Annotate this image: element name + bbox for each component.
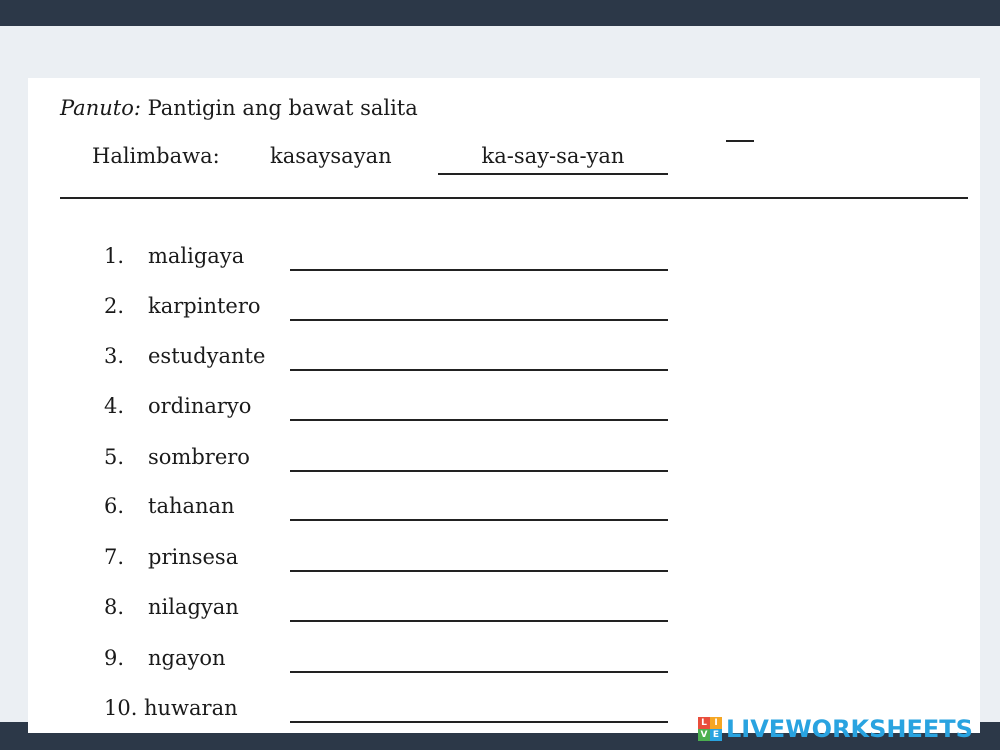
item-number: 5. bbox=[104, 445, 125, 469]
item-number: 10. bbox=[104, 696, 138, 720]
list-item: 6. tahanan bbox=[28, 494, 980, 544]
instruction: Panuto: Pantigin ang bawat salita bbox=[60, 96, 418, 120]
item-number: 4. bbox=[104, 394, 125, 418]
list-item: 5. sombrero bbox=[28, 445, 980, 495]
logo-letter-e: E bbox=[710, 729, 722, 741]
answer-field[interactable] bbox=[290, 519, 668, 521]
worksheet-page: Panuto: Pantigin ang bawat salita Halimb… bbox=[28, 78, 980, 733]
item-number: 8. bbox=[104, 595, 125, 619]
answer-field[interactable] bbox=[290, 369, 668, 371]
item-word: karpintero bbox=[148, 294, 261, 318]
list-item: 4. ordinaryo bbox=[28, 394, 980, 444]
answer-field[interactable] bbox=[290, 721, 668, 723]
logo-letter-i: I bbox=[710, 717, 722, 729]
answer-field[interactable] bbox=[290, 419, 668, 421]
list-item: 2. karpintero bbox=[28, 294, 980, 344]
item-word: estudyante bbox=[148, 344, 266, 368]
logo-letter-v: V bbox=[698, 729, 710, 741]
liveworksheets-logo[interactable]: L I V E LIVEWORKSHEETS bbox=[698, 714, 973, 744]
list-item: 3. estudyante bbox=[28, 344, 980, 394]
answer-field[interactable] bbox=[290, 671, 668, 673]
item-number: 7. bbox=[104, 545, 125, 569]
answer-field[interactable] bbox=[290, 570, 668, 572]
item-word: huwaran bbox=[144, 696, 238, 720]
example-word: kasaysayan bbox=[270, 144, 392, 168]
item-word: ordinaryo bbox=[148, 394, 252, 418]
item-word: prinsesa bbox=[148, 545, 239, 569]
example-label: Halimbawa: bbox=[92, 144, 220, 168]
list-item: 7. prinsesa bbox=[28, 545, 980, 595]
item-number: 6. bbox=[104, 494, 125, 518]
example-answer: ka-say-sa-yan bbox=[481, 144, 625, 168]
item-word: sombrero bbox=[148, 445, 250, 469]
liveworksheets-icon: L I V E bbox=[698, 717, 722, 741]
item-number: 2. bbox=[104, 294, 125, 318]
header-separator bbox=[60, 197, 968, 199]
list-item: 1. maligaya bbox=[28, 244, 980, 294]
example-answer-line bbox=[438, 173, 668, 175]
answer-field[interactable] bbox=[290, 620, 668, 622]
logo-letter-l: L bbox=[698, 717, 710, 729]
instruction-label: Panuto: bbox=[60, 96, 141, 120]
list-item: 9. ngayon bbox=[28, 646, 980, 696]
item-number: 3. bbox=[104, 344, 125, 368]
dash-mark bbox=[726, 140, 754, 142]
answer-field[interactable] bbox=[290, 470, 668, 472]
answer-field[interactable] bbox=[290, 269, 668, 271]
item-number: 1. bbox=[104, 244, 125, 268]
item-word: ngayon bbox=[148, 646, 226, 670]
logo-text: LIVEWORKSHEETS bbox=[726, 715, 973, 743]
answer-field[interactable] bbox=[290, 319, 668, 321]
item-word: maligaya bbox=[148, 244, 245, 268]
instruction-text: Pantigin ang bawat salita bbox=[140, 96, 418, 120]
item-number: 9. bbox=[104, 646, 125, 670]
worksheet-frame: Panuto: Pantigin ang bawat salita Halimb… bbox=[0, 26, 1000, 733]
item-word: tahanan bbox=[148, 494, 235, 518]
item-word: nilagyan bbox=[148, 595, 239, 619]
list-item: 8. nilagyan bbox=[28, 595, 980, 645]
